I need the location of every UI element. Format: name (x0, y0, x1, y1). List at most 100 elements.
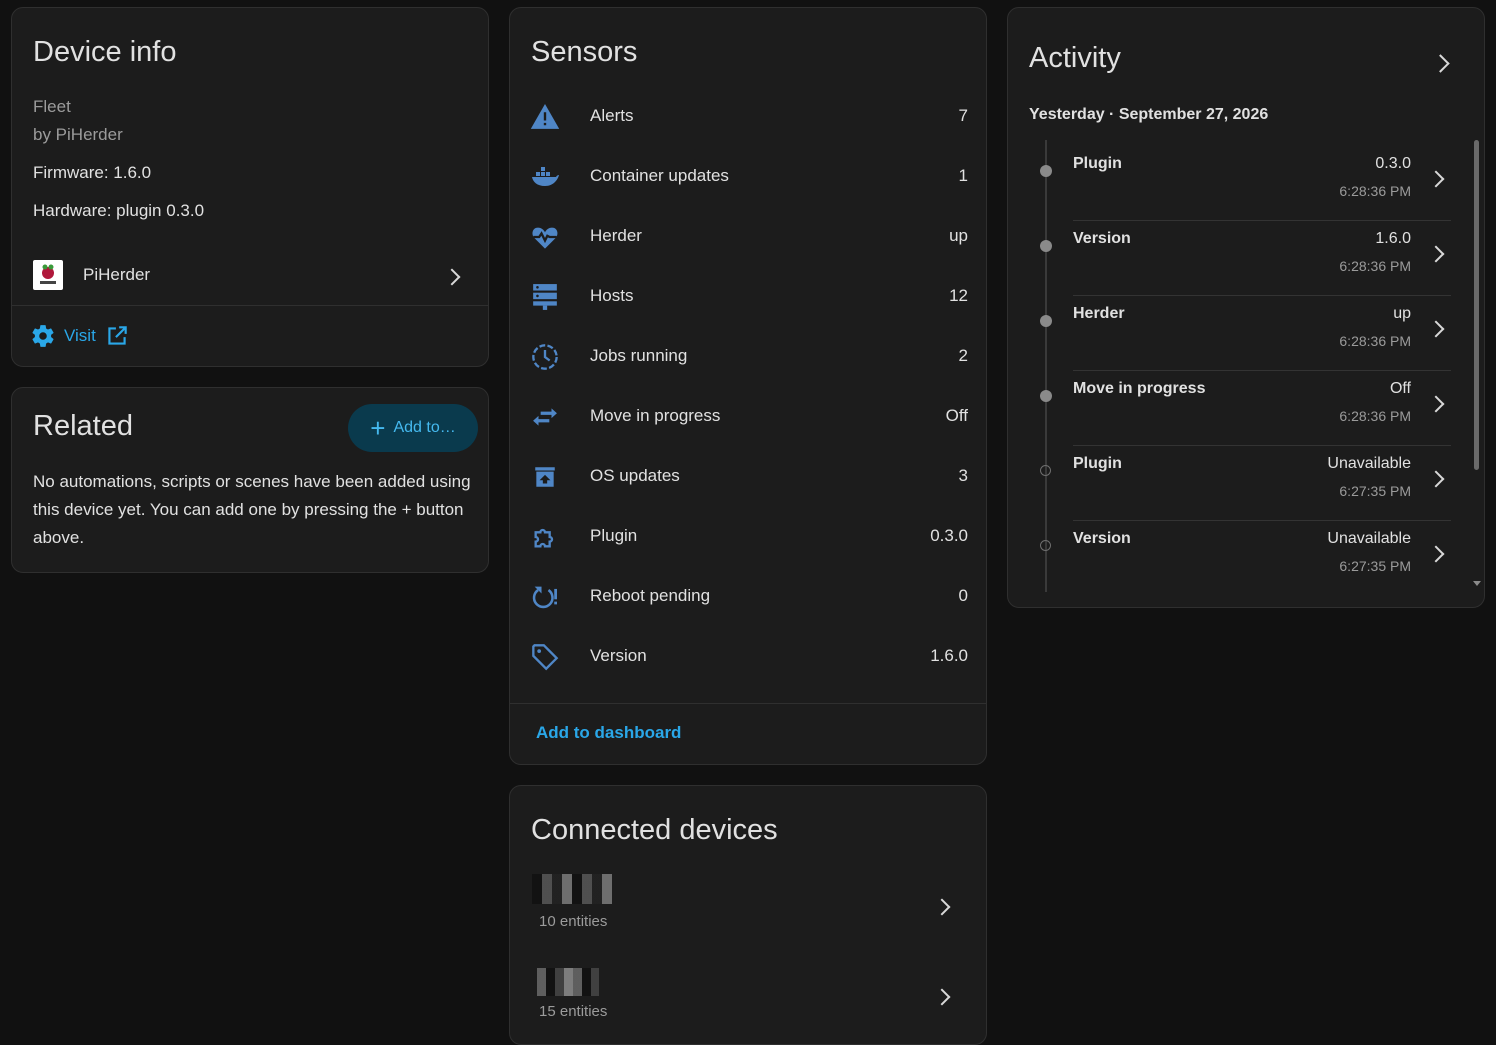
activity-title: Activity (1029, 42, 1121, 74)
timeline-dot (1040, 165, 1052, 177)
gear-icon (30, 323, 56, 349)
connected-devices-card: Connected devices 10 entities 15 entitie… (509, 785, 987, 1045)
activity-item[interactable]: Move in progress Off 6:28:36 PM (1008, 371, 1468, 446)
chevron-right-icon (1427, 395, 1445, 413)
sensor-name: Herder (590, 226, 642, 245)
activity-state: 0.3.0 (1375, 155, 1411, 172)
alert-icon (530, 104, 560, 130)
sensor-value: 12 (949, 286, 968, 305)
entities-count: 15 entities (539, 1003, 608, 1020)
chevron-right-icon (1427, 470, 1445, 488)
device-model: Fleet (33, 97, 71, 116)
add-to-button[interactable]: + Add to… (348, 404, 478, 452)
scrollbar[interactable] (1474, 140, 1479, 470)
timeline-dot (1040, 465, 1051, 476)
sensor-row-alerts[interactable]: Alerts 7 (510, 87, 986, 147)
sensor-name: Jobs running (590, 346, 688, 365)
device-info-title: Device info (33, 36, 177, 68)
sensor-value: 0.3.0 (930, 526, 968, 545)
timeline-dot (1040, 240, 1052, 252)
integration-label: PiHerder (83, 265, 151, 284)
activity-time: 6:28:36 PM (1339, 183, 1411, 199)
scroll-down-arrow-icon[interactable] (1473, 581, 1481, 586)
activity-name: Version (1073, 230, 1131, 247)
sensor-value: 1 (958, 166, 968, 185)
sensor-row-container-updates[interactable]: Container updates 1 (510, 147, 986, 207)
plus-icon: + (370, 413, 386, 443)
connected-device-row[interactable]: 10 entities (510, 868, 986, 938)
activity-card: Activity Yesterday · September 27, 2026 … (1007, 7, 1485, 608)
heart-pulse-icon (530, 224, 560, 250)
visit-label: Visit (64, 326, 96, 345)
activity-item[interactable]: Herder up 6:28:36 PM (1008, 296, 1468, 371)
timeline-dot (1040, 390, 1052, 402)
activity-name: Plugin (1073, 455, 1122, 472)
integration-row[interactable]: PiHerder (12, 246, 488, 304)
piherder-logo-icon (33, 260, 63, 290)
sensor-name: Move in progress (590, 406, 721, 425)
activity-state: Off (1389, 380, 1411, 397)
activity-time: 6:28:36 PM (1339, 333, 1411, 349)
sensor-row-move-in-progress[interactable]: Move in progress Off (510, 387, 986, 447)
activity-name: Plugin (1073, 155, 1122, 172)
restart-alert-icon (530, 584, 560, 610)
sensors-title: Sensors (531, 36, 638, 68)
device-firmware: Firmware: 1.6.0 (33, 163, 152, 182)
activity-time: 6:27:35 PM (1339, 483, 1411, 499)
activity-time: 6:27:35 PM (1339, 558, 1411, 574)
sensor-name: Version (590, 646, 647, 665)
sensor-row-version[interactable]: Version 1.6.0 (510, 627, 986, 687)
open-in-new-icon (104, 323, 130, 349)
sensor-name: Hosts (590, 286, 634, 305)
device-name-redacted (537, 968, 599, 996)
related-card: Related + Add to… No automations, script… (11, 387, 489, 573)
sensor-value: 7 (958, 106, 968, 125)
activity-list[interactable]: Plugin 0.3.0 6:28:36 PM Version 1.6.0 6:… (1008, 140, 1484, 592)
sensor-value: 2 (958, 346, 968, 365)
activity-item[interactable]: Plugin Unavailable 6:27:35 PM (1008, 446, 1468, 521)
server-icon (530, 284, 560, 310)
add-to-label: Add to… (393, 419, 456, 436)
activity-name: Herder (1073, 305, 1125, 322)
activity-item[interactable]: Version 1.6.0 6:28:36 PM (1008, 221, 1468, 296)
chevron-right-icon[interactable] (1431, 54, 1450, 73)
package-up-icon (530, 464, 560, 490)
sensor-row-reboot-pending[interactable]: Reboot pending 0 (510, 567, 986, 627)
activity-name: Move in progress (1073, 380, 1206, 397)
chevron-right-icon (933, 898, 951, 916)
activity-state: 1.6.0 (1375, 230, 1411, 247)
connected-devices-title: Connected devices (531, 814, 778, 846)
sensor-row-herder[interactable]: Herder up (510, 207, 986, 267)
visit-link[interactable]: Visit (30, 321, 130, 351)
chevron-right-icon (1427, 320, 1445, 338)
sensor-value: 0 (958, 586, 968, 605)
sensor-name: Container updates (590, 166, 729, 185)
sensor-row-os-updates[interactable]: OS updates 3 (510, 447, 986, 507)
sensor-name: Alerts (590, 106, 634, 125)
chevron-right-icon (1427, 545, 1445, 563)
device-name-redacted (532, 874, 612, 904)
timeline-dot (1040, 540, 1051, 551)
chevron-right-icon (1427, 245, 1445, 263)
sensor-name: OS updates (590, 466, 680, 485)
chevron-right-icon (933, 988, 951, 1006)
sensor-row-hosts[interactable]: Hosts 12 (510, 267, 986, 327)
sensor-row-plugin[interactable]: Plugin 0.3.0 (510, 507, 986, 567)
device-manufacturer: by PiHerder (33, 125, 123, 144)
sensors-card: Sensors Alerts 7 Container updates 1 Her… (509, 7, 987, 765)
sensor-name: Plugin (590, 526, 638, 545)
docker-icon (530, 164, 560, 190)
activity-state: up (1393, 305, 1411, 322)
add-to-dashboard-button[interactable]: Add to dashboard (536, 723, 681, 743)
connected-device-row[interactable]: 15 entities (510, 962, 986, 1032)
sensor-row-jobs-running[interactable]: Jobs running 2 (510, 327, 986, 387)
sensor-value: up (949, 226, 968, 245)
timeline-dot (1040, 315, 1052, 327)
sensor-value: 1.6.0 (930, 646, 968, 665)
chevron-right-icon (443, 268, 461, 286)
device-hardware: Hardware: plugin 0.3.0 (33, 201, 205, 220)
activity-state: Unavailable (1327, 530, 1411, 547)
sensor-name: Reboot pending (590, 586, 711, 605)
activity-item[interactable]: Plugin 0.3.0 6:28:36 PM (1008, 146, 1468, 221)
activity-item[interactable]: Version Unavailable 6:27:35 PM (1008, 521, 1468, 592)
